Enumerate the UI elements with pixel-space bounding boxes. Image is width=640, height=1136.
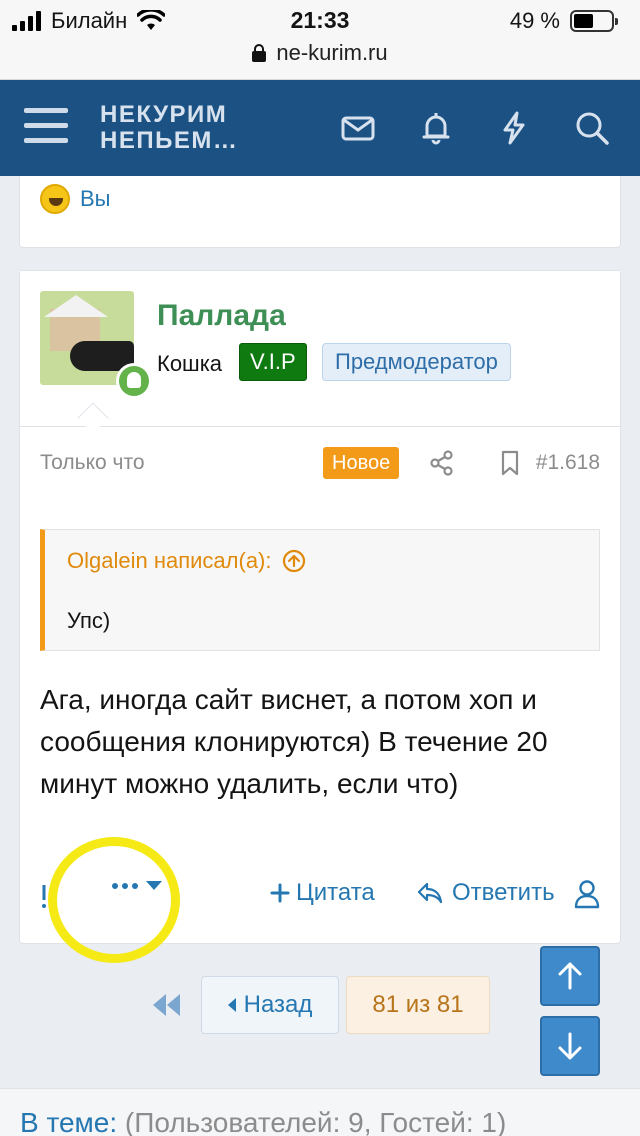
site-logo[interactable]: НЕКУРИМ НЕПЬЕМ… bbox=[100, 102, 238, 154]
online-status-icon bbox=[116, 363, 152, 399]
post-number-link[interactable]: #1.618 bbox=[536, 451, 600, 475]
quote-button[interactable]: Цитата bbox=[270, 879, 375, 907]
lightning-icon[interactable] bbox=[496, 110, 532, 146]
quote-author-link[interactable]: Olgalein написал(а): bbox=[67, 548, 306, 574]
post-meta: Только что Новое #1.618 bbox=[40, 447, 600, 479]
scroll-top-button[interactable] bbox=[540, 946, 600, 1006]
ios-status-bar: Билайн 21:33 49 % ne-kurim.ru bbox=[0, 0, 640, 80]
post-message: Ага, иногда сайт виснет, а потом хоп и с… bbox=[40, 684, 548, 799]
menu-icon[interactable] bbox=[24, 108, 68, 144]
battery-percent: 49 % bbox=[509, 8, 560, 33]
previous-post-reactions: Вы bbox=[19, 176, 621, 248]
battery-icon bbox=[570, 10, 618, 32]
go-to-quote-icon[interactable] bbox=[282, 549, 306, 573]
reply-arrow-icon bbox=[417, 882, 443, 904]
reaction-user-link[interactable]: Вы bbox=[80, 186, 111, 212]
quote-text: Упс) bbox=[67, 608, 111, 633]
page-indicator[interactable]: 81 из 81 bbox=[346, 976, 490, 1034]
caret-left-icon bbox=[227, 998, 236, 1012]
post-date-link[interactable]: Только что bbox=[40, 451, 145, 475]
post-user-header: Паллада Кошка V.I.P Предмодератор bbox=[20, 271, 620, 434]
in-thread-link[interactable]: В теме: bbox=[20, 1107, 117, 1136]
site-header: НЕКУРИМ НЕПЬЕМ… bbox=[0, 80, 640, 176]
new-badge: Новое bbox=[323, 447, 400, 479]
first-page-icon[interactable] bbox=[148, 990, 188, 1020]
user-icon[interactable] bbox=[574, 879, 600, 909]
search-icon[interactable] bbox=[574, 110, 610, 146]
premoderator-banner: Предмодератор bbox=[322, 343, 511, 381]
arrow-down-icon bbox=[558, 1032, 582, 1060]
arrow-up-icon bbox=[558, 962, 582, 990]
yellow-highlight-circle bbox=[48, 837, 180, 963]
thread-visitor-stats: (Пользователей: 9, Гостей: 1) bbox=[124, 1107, 507, 1136]
plus-icon bbox=[270, 883, 290, 903]
header-pointer bbox=[77, 402, 109, 434]
scroll-bottom-button[interactable] bbox=[540, 1016, 600, 1076]
url-text: ne-kurim.ru bbox=[276, 40, 388, 65]
laughing-emoji-icon bbox=[40, 184, 70, 214]
share-icon[interactable] bbox=[428, 449, 456, 477]
bookmark-icon[interactable] bbox=[496, 449, 524, 477]
envelope-icon[interactable] bbox=[340, 110, 376, 146]
user-title: Кошка bbox=[157, 351, 223, 376]
address-bar[interactable]: ne-kurim.ru bbox=[0, 40, 640, 66]
vip-banner: V.I.P bbox=[239, 343, 307, 381]
bell-icon[interactable] bbox=[418, 110, 454, 146]
reply-button[interactable]: Ответить bbox=[416, 879, 555, 907]
username-link[interactable]: Паллада bbox=[157, 299, 286, 333]
lock-icon bbox=[252, 44, 267, 62]
online-in-thread-bar: В теме: (Пользователей: 9, Гостей: 1) bbox=[0, 1088, 640, 1136]
previous-page-button[interactable]: Назад bbox=[201, 976, 339, 1034]
quote-block: Olgalein написал(а): Упс) bbox=[40, 529, 600, 651]
